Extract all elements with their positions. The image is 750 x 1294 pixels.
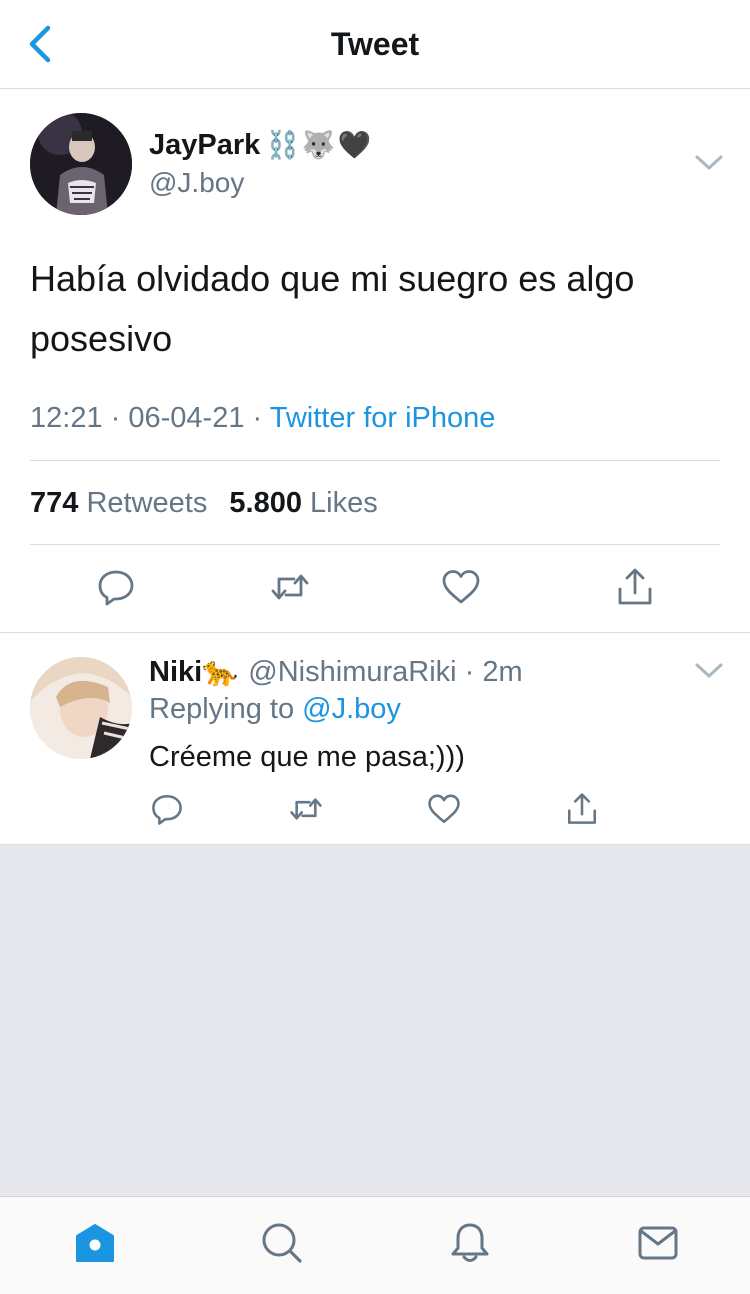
- author-name-line[interactable]: JayPark ⛓️🐺🖤: [149, 129, 373, 162]
- tab-notifications[interactable]: [446, 1219, 494, 1267]
- meta-separator: ·: [464, 656, 475, 688]
- divider: [30, 544, 720, 545]
- home-icon: [76, 1224, 114, 1262]
- retweet-icon: [271, 574, 309, 600]
- heart-icon: [442, 570, 480, 604]
- reply-text: Créeme que me pasa;))): [149, 741, 465, 773]
- author-emoji: ⛓️🐺🖤: [266, 130, 374, 160]
- reply-author-handle[interactable]: @NishimuraRiki: [248, 656, 456, 688]
- chevron-down-icon: [695, 663, 723, 678]
- like-button[interactable]: [437, 563, 485, 611]
- reply-options-button[interactable]: [694, 661, 724, 681]
- reply-button[interactable]: [92, 563, 140, 611]
- avatar-photo: [30, 657, 132, 759]
- tweet-meta: 12:21 · 06-04-21 · Twitter for iPhone: [30, 402, 495, 435]
- bottom-tab-bar: [0, 1196, 750, 1294]
- page-title: Tweet: [330, 26, 420, 62]
- tweet-options-button[interactable]: [694, 153, 724, 173]
- retweets-label: Retweets: [86, 487, 208, 519]
- main-tweet: JayPark ⛓️🐺🖤 @J.boy Había olvidado que mi…: [0, 89, 750, 633]
- tweet-date: 06-04-21: [128, 402, 245, 434]
- tab-home[interactable]: [71, 1219, 119, 1267]
- likes-stat[interactable]: 5.800 Likes: [229, 487, 377, 519]
- empty-area: [0, 845, 750, 1196]
- tweet-time: 12:21: [30, 402, 103, 434]
- meta-separator: ·: [252, 402, 263, 434]
- divider: [30, 460, 720, 461]
- share-icon: [618, 568, 652, 605]
- retweet-icon: [290, 798, 322, 820]
- replying-to-mention[interactable]: @J.boy: [302, 693, 401, 725]
- reply-author-emoji: 🐆: [202, 656, 239, 688]
- top-navigation-bar: Tweet: [0, 0, 750, 89]
- search-icon: [262, 1223, 302, 1263]
- chevron-down-icon: [695, 155, 723, 170]
- retweets-count: 774: [30, 487, 79, 519]
- mail-icon: [638, 1226, 678, 1260]
- tweet-source-link[interactable]: Twitter for iPhone: [270, 402, 496, 434]
- tweet-text: Había olvidado que mi suegro es algo pos…: [30, 258, 635, 359]
- reply-tweet[interactable]: Niki🐆 @NishimuraRiki · 2m Replying to @J.…: [0, 633, 750, 845]
- likes-count: 5.800: [229, 487, 302, 519]
- reply-share-button[interactable]: [558, 785, 606, 833]
- likes-label: Likes: [310, 487, 378, 519]
- reply-header: Niki🐆 @NishimuraRiki · 2m: [149, 655, 523, 689]
- bell-icon: [451, 1223, 489, 1262]
- author-name: JayPark: [149, 129, 261, 161]
- tab-search[interactable]: [258, 1219, 306, 1267]
- reply-like-button[interactable]: [420, 785, 468, 833]
- replying-to-line: Replying to @J.boy: [149, 693, 401, 726]
- author-avatar[interactable]: [30, 113, 132, 215]
- avatar-photo: [30, 113, 132, 215]
- reply-author-name[interactable]: Niki: [149, 656, 202, 688]
- share-icon: [567, 793, 597, 824]
- retweets-stat[interactable]: 774 Retweets: [30, 487, 207, 519]
- share-button[interactable]: [611, 563, 659, 611]
- reply-author-avatar[interactable]: [30, 657, 132, 759]
- reply-reply-button[interactable]: [143, 785, 191, 833]
- meta-separator: ·: [110, 402, 121, 434]
- reply-time: 2m: [482, 656, 523, 688]
- tab-messages[interactable]: [634, 1219, 682, 1267]
- author-handle[interactable]: @J.boy: [149, 167, 244, 199]
- tweet-stats: 774 Retweets 5.800 Likes: [30, 487, 378, 520]
- replying-prefix: Replying to: [149, 693, 295, 725]
- reply-icon: [152, 794, 182, 825]
- reply-icon: [98, 570, 134, 606]
- retweet-button[interactable]: [266, 563, 314, 611]
- reply-retweet-button[interactable]: [282, 785, 330, 833]
- heart-icon: [428, 794, 460, 824]
